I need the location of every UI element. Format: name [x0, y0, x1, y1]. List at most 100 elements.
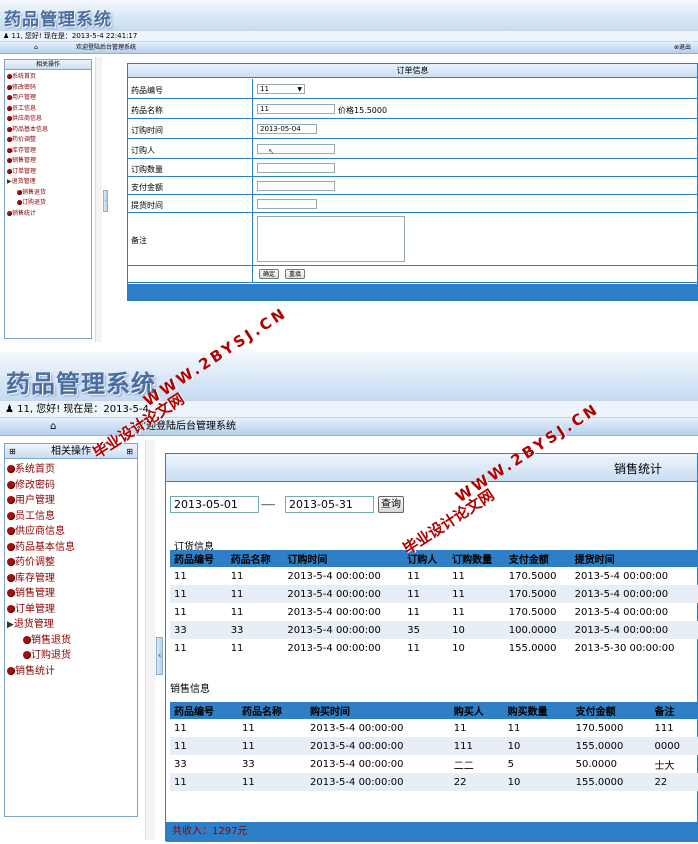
drug-id-select[interactable]: 11 ▼ — [257, 84, 305, 94]
sidebar-item[interactable]: 销售统计 — [5, 664, 137, 680]
sidebar-item[interactable]: 修改密码 — [5, 478, 137, 494]
order-table: 药品编号 药品名称 订购时间 订购人 订购数量 支付金额 提货时间 11 11 2013-5-4… — [170, 550, 698, 657]
column-header: 药品名称 — [226, 550, 284, 567]
menu-bullet-icon — [7, 511, 15, 520]
menu-label: 退货管理 — [13, 619, 54, 630]
sidebar-item[interactable]: 销售管理 — [5, 156, 91, 167]
pickup-time-field[interactable] — [257, 199, 317, 209]
sidebar-item[interactable]: 用户管理 — [5, 93, 91, 104]
user-icon: ♟ — [3, 32, 10, 40]
column-header: 订购数量 — [448, 550, 505, 567]
amount-field[interactable] — [257, 181, 335, 191]
row-drug-name: 药品名称 11 价格15.5000 — [128, 99, 697, 119]
menu-label: 用户管理 — [15, 495, 55, 506]
sidebar-subitem[interactable]: 订购退货 — [5, 648, 137, 664]
column-header: 备注 — [650, 702, 698, 719]
sidebar-item[interactable]: 药品基本信息 — [5, 540, 137, 556]
app-title: 药品管理系统 — [6, 370, 156, 398]
table-cell: 5 — [507, 758, 514, 770]
menu-label: 系统首页 — [15, 464, 55, 475]
column-header: 购买时间 — [306, 702, 450, 719]
quantity-field[interactable] — [257, 163, 335, 173]
menu-label: 供应商信息 — [15, 526, 65, 537]
sidebar-item[interactable]: 供应商信息 — [5, 114, 91, 125]
order-time-field[interactable]: 2013-05-04 — [257, 124, 317, 134]
logout-link[interactable]: ⊗退出 — [674, 42, 691, 53]
table-row: 11 11 2013-5-4 00:00:00 11 10 155.0000 2013-5-… — [170, 639, 698, 657]
sidebar-item[interactable]: 库存管理 — [5, 571, 137, 587]
table-cell: 33 — [174, 758, 187, 770]
query-button[interactable]: 查询 — [378, 496, 404, 513]
confirm-button[interactable]: 确定 — [259, 269, 279, 279]
table-cell: 11 — [170, 585, 227, 603]
table-cell: 2013-5-4 00:00:00 — [283, 585, 404, 603]
sidebar-subitem[interactable]: 订购退货 — [5, 198, 91, 209]
table-row: 11 11 2013-5-4 00:00:00 22 10 155.0000 22 — [170, 773, 698, 791]
sidebar-item[interactable]: 员工信息 — [5, 509, 137, 525]
divider — [252, 195, 253, 213]
date-from-field[interactable]: 2013-05-01 — [170, 496, 259, 513]
welcome-text: 欢迎登陆后台管理系统 — [76, 44, 137, 51]
sidebar-item[interactable]: 销售统计 — [5, 209, 91, 220]
row-remark: 备注 — [128, 213, 697, 266]
sidebar-item[interactable]: 订单管理 — [5, 602, 137, 618]
sidebar-item[interactable]: 员工信息 — [5, 104, 91, 115]
table-cell: 2013-5-4 00:00:00 — [570, 585, 698, 603]
sidebar-item[interactable]: 用户管理 — [5, 493, 137, 509]
user-greeting: 11, 您好! 现在是：2013-5-4 — [17, 404, 149, 415]
remark-textarea[interactable] — [257, 216, 405, 262]
sidebar-item[interactable]: 修改密码 — [5, 83, 91, 94]
menu-label: 销售统计 — [15, 665, 55, 677]
table-cell: 11 — [507, 722, 521, 734]
table-cell: 170.5000 — [508, 606, 557, 618]
sidebar-item[interactable]: 库存管理 — [5, 146, 91, 157]
sidebar-collapse-toggle[interactable]: ‹ — [156, 637, 163, 675]
divider — [252, 99, 253, 119]
table-cell: 2013-5-4 00:00:00 — [306, 773, 450, 791]
sidebar-item[interactable]: 销售管理 — [5, 586, 137, 602]
reset-button[interactable]: 重填 — [285, 269, 305, 279]
sidebar-item[interactable]: 订单管理 — [5, 167, 91, 178]
drug-name-field[interactable]: 11 — [257, 104, 335, 114]
expand-icon: ⊞ — [126, 447, 133, 456]
sidebar-item[interactable]: 药价调整 — [5, 135, 91, 146]
menu-bullet-icon — [7, 527, 15, 535]
sidebar-item[interactable]: 系统首页 — [5, 462, 137, 478]
menu-label: 库存管理 — [12, 146, 37, 154]
divider — [252, 177, 253, 195]
sidebar-item[interactable]: 药价调整 — [5, 555, 137, 571]
sidebar-scrollbar[interactable] — [145, 440, 155, 840]
stats-title-bar: 销售统计 — [166, 454, 697, 482]
sidebar-item[interactable]: 药品基本信息 — [5, 125, 91, 136]
table-cell: 22 — [650, 773, 698, 791]
home-icon[interactable]: ⌂ — [34, 42, 38, 53]
sidebar-subitem[interactable]: 销售退货 — [5, 633, 137, 649]
table-cell: 2013-5-4 00:00:00 — [574, 570, 669, 582]
row-drug-id: 药品编号 11 ▼ — [128, 79, 697, 99]
app-header: 药品管理系统 — [0, 0, 698, 30]
sidebar-item[interactable]: ▶退货管理 — [5, 617, 137, 633]
date-to-field[interactable]: 2013-05-31 — [285, 496, 374, 513]
table-cell: 11 — [174, 642, 187, 654]
menu-label: 药价调整 — [12, 136, 37, 143]
sidebar-scrollbar[interactable] — [95, 57, 102, 342]
order-form-title: 订单信息 — [128, 64, 697, 78]
sidebar-collapse-toggle[interactable]: ‹ — [103, 190, 108, 212]
table-cell: 2013-5-4 00:00:00 — [310, 722, 404, 734]
sidebar-item[interactable]: 系统首页 — [5, 72, 91, 83]
home-icon[interactable]: ⌂ — [50, 418, 56, 435]
sidebar-item[interactable]: 供应商信息 — [5, 524, 137, 540]
table-cell: 11 — [238, 773, 306, 791]
sidebar-subitem[interactable]: 销售退货 — [5, 188, 91, 199]
menu-bullet-icon — [23, 651, 31, 659]
row-amount: 支付金额 — [128, 177, 697, 195]
menu-bullet-icon — [7, 496, 15, 504]
column-header: 支付金额 — [504, 550, 571, 567]
sales-section-label: 销售信息 — [170, 684, 210, 695]
table-cell: 2013-5-4 00:00:00 — [287, 642, 381, 654]
column-header: 购买人 — [449, 702, 504, 719]
table-cell: 11 — [452, 606, 465, 618]
user-greeting: 11, 您好! 现在是：2013-5-4 22:41:17 — [11, 32, 138, 40]
table-cell: 155.0000 — [508, 642, 557, 654]
sidebar-item[interactable]: ▶退货管理 — [5, 177, 91, 188]
